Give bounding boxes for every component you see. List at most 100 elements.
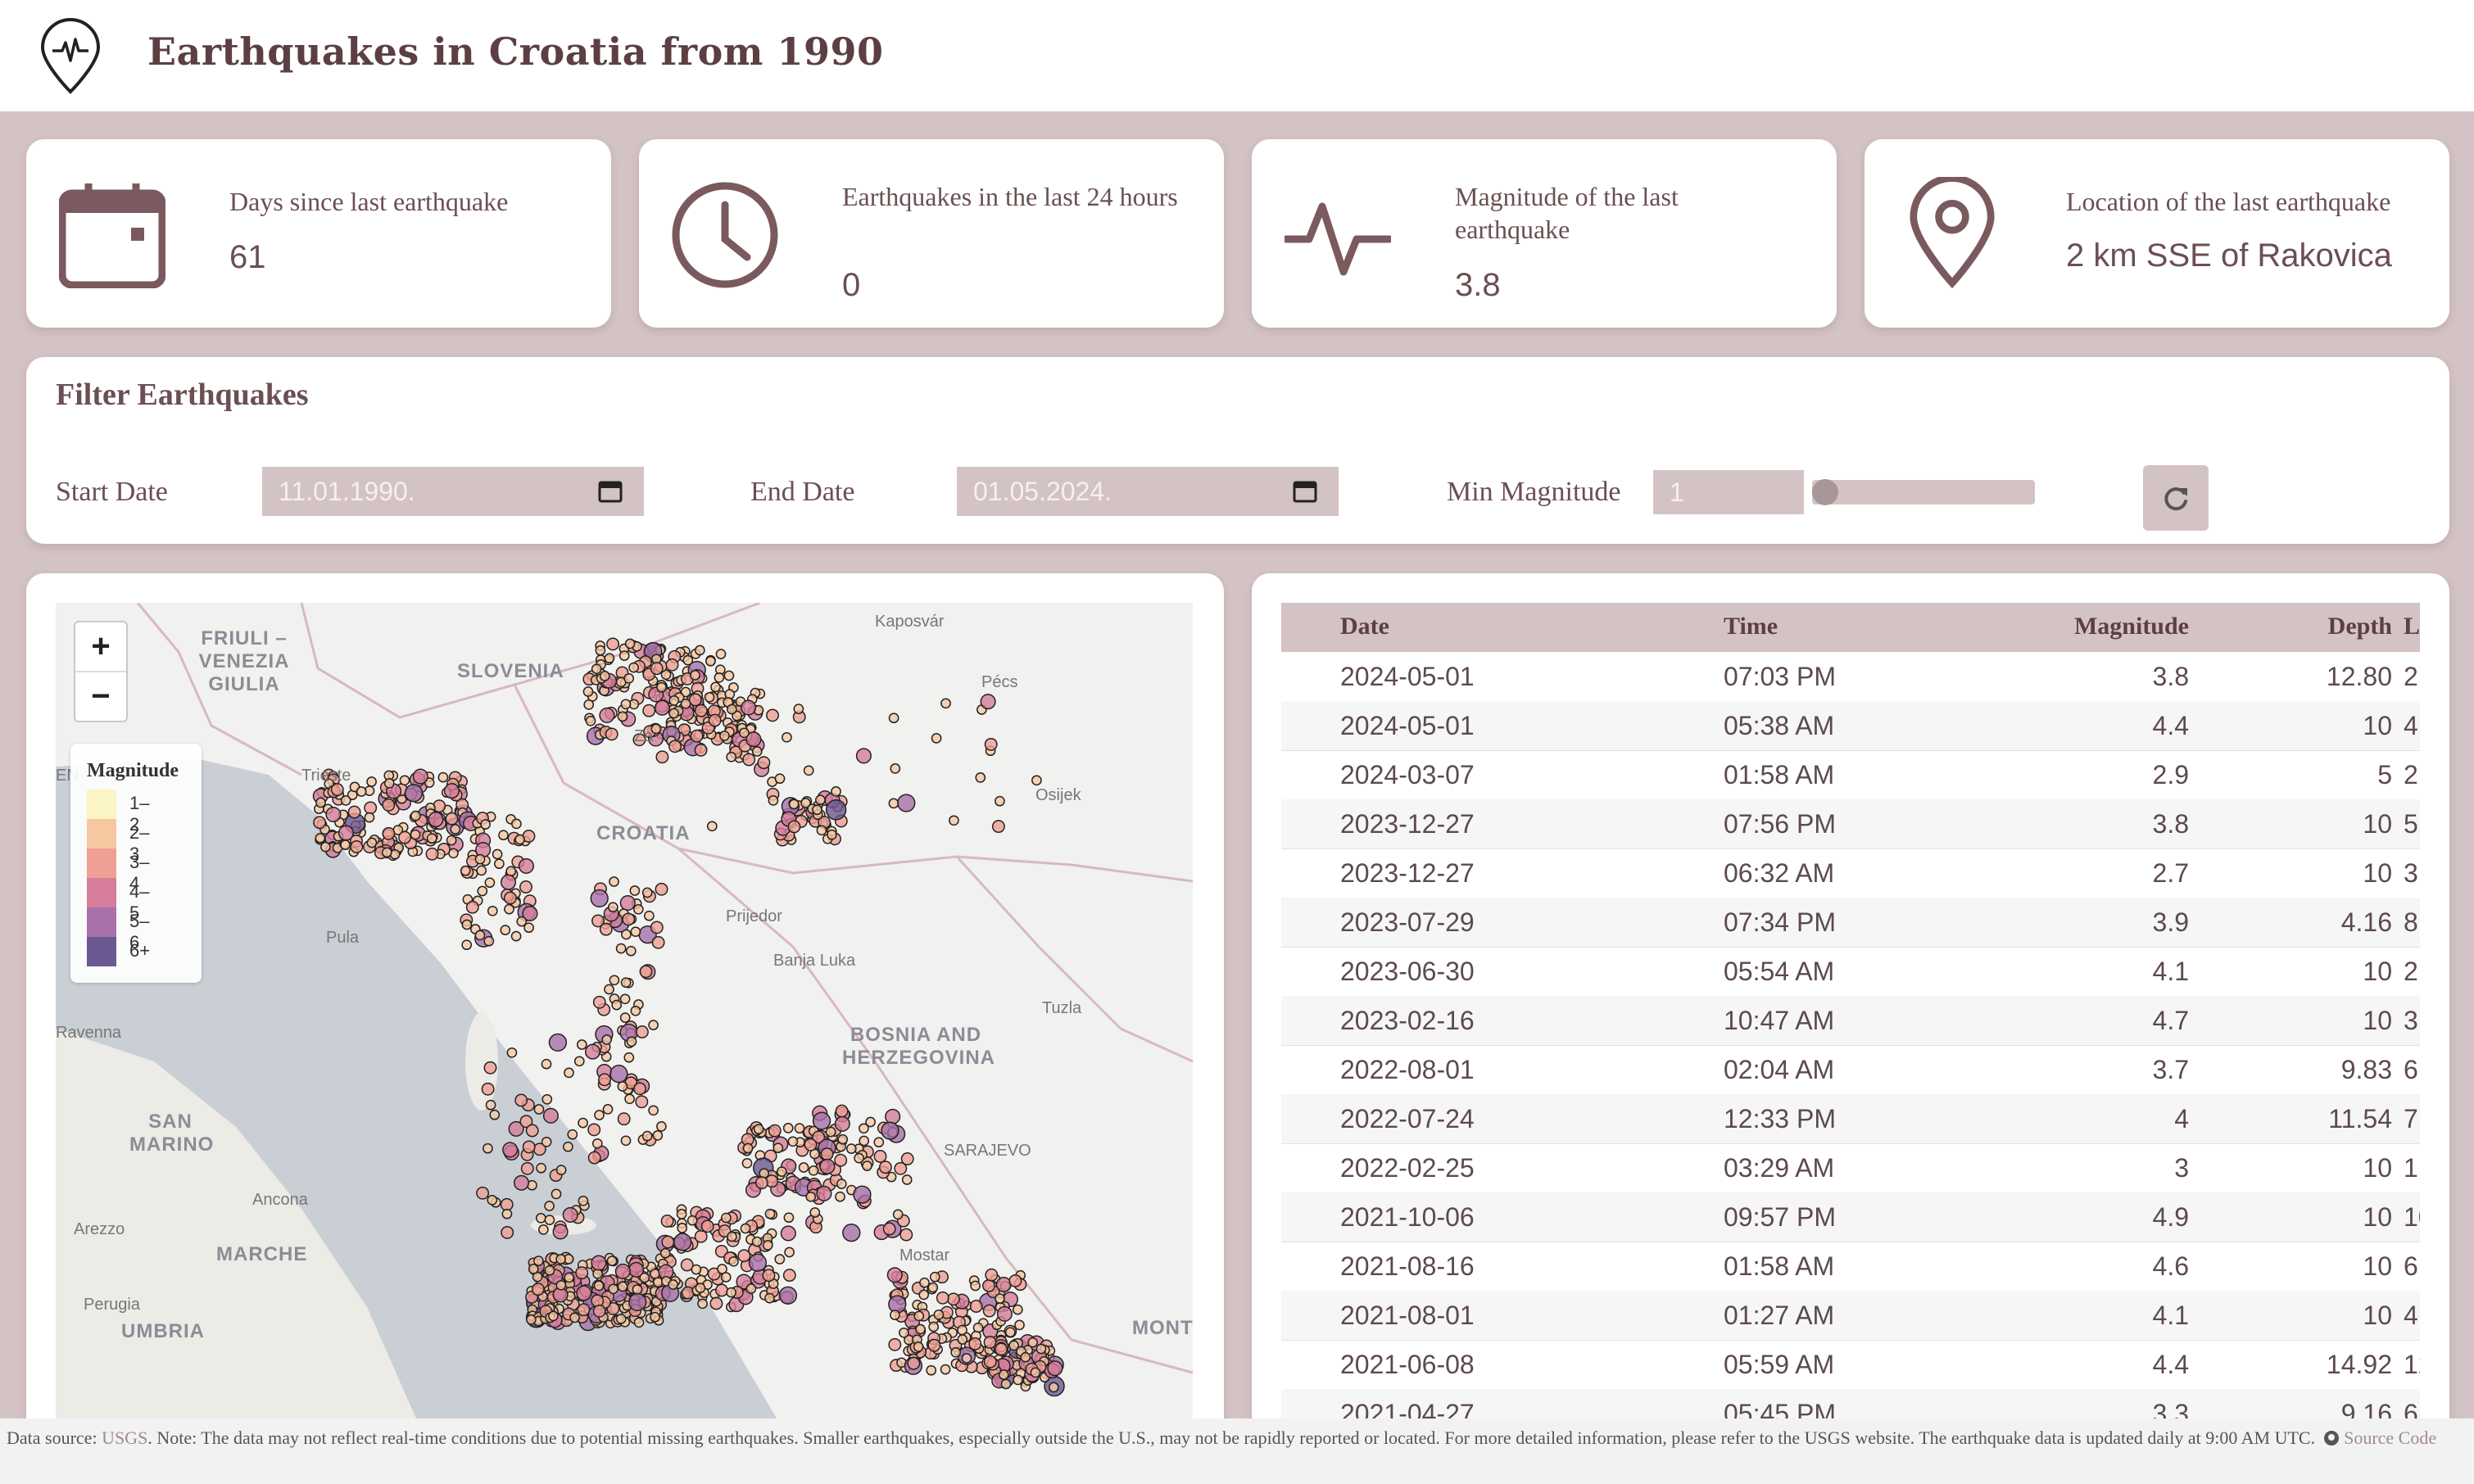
- earthquake-marker[interactable]: [927, 1282, 939, 1293]
- earthquake-marker[interactable]: [782, 1123, 794, 1133]
- table-row[interactable]: 2023-07-29 07:34 PM 3.9 4.16 8 k: [1281, 898, 2420, 948]
- earthquake-marker[interactable]: [766, 708, 779, 722]
- earthquake-marker[interactable]: [542, 1107, 559, 1124]
- source-code-link[interactable]: Source Code: [2344, 1427, 2436, 1448]
- zoom-in-button[interactable]: +: [75, 622, 126, 671]
- earthquake-marker[interactable]: [644, 910, 655, 921]
- earthquake-marker[interactable]: [690, 670, 700, 681]
- earthquake-marker[interactable]: [601, 1034, 613, 1045]
- earthquake-marker[interactable]: [835, 1104, 849, 1118]
- earthquake-marker[interactable]: [793, 704, 804, 714]
- earthquake-marker[interactable]: [617, 1112, 631, 1126]
- slider-handle[interactable]: [1812, 479, 1838, 505]
- earthquake-marker[interactable]: [705, 656, 716, 667]
- earthquake-marker[interactable]: [525, 1124, 539, 1138]
- earthquake-marker[interactable]: [315, 832, 326, 844]
- earthquake-marker[interactable]: [503, 891, 517, 905]
- earthquake-marker[interactable]: [443, 783, 460, 799]
- earthquake-marker[interactable]: [754, 1176, 768, 1190]
- earthquake-marker[interactable]: [878, 1161, 892, 1174]
- earthquake-marker[interactable]: [617, 711, 628, 722]
- earthquake-marker[interactable]: [885, 1108, 901, 1124]
- earthquake-marker[interactable]: [483, 1061, 497, 1075]
- earthquake-marker[interactable]: [584, 1043, 601, 1060]
- earthquake-marker[interactable]: [969, 1300, 983, 1313]
- earthquake-marker[interactable]: [762, 1240, 773, 1251]
- earthquake-marker[interactable]: [995, 1342, 1008, 1356]
- table-row[interactable]: 2022-07-24 12:33 PM 4 11.54 7 k: [1281, 1094, 2420, 1144]
- earthquake-marker[interactable]: [564, 1272, 574, 1283]
- earthquake-marker[interactable]: [654, 699, 670, 716]
- earthquake-marker[interactable]: [661, 1235, 675, 1249]
- earthquake-marker[interactable]: [650, 1311, 660, 1323]
- earthquake-markers[interactable]: [56, 603, 1193, 1418]
- earthquake-marker[interactable]: [630, 1005, 641, 1016]
- earthquake-marker[interactable]: [668, 1279, 678, 1290]
- earthquake-marker[interactable]: [940, 1364, 951, 1375]
- earthquake-marker[interactable]: [709, 1296, 723, 1310]
- column-header-date[interactable]: Date: [1340, 613, 1389, 640]
- earthquake-marker[interactable]: [585, 715, 596, 726]
- earthquake-marker[interactable]: [544, 1201, 555, 1211]
- earthquake-marker[interactable]: [504, 903, 514, 915]
- earthquake-marker[interactable]: [714, 672, 725, 683]
- earthquake-marker[interactable]: [618, 650, 630, 661]
- earthquake-marker[interactable]: [919, 1277, 930, 1288]
- earthquake-marker[interactable]: [695, 1283, 706, 1293]
- earthquake-marker[interactable]: [541, 1093, 553, 1105]
- earthquake-marker[interactable]: [502, 1142, 519, 1158]
- earthquake-marker[interactable]: [1048, 1382, 1059, 1393]
- earthquake-marker[interactable]: [500, 925, 511, 935]
- earthquake-marker[interactable]: [816, 1185, 832, 1201]
- earthquake-marker[interactable]: [659, 1247, 671, 1259]
- earthquake-marker[interactable]: [582, 686, 594, 697]
- earthquake-marker[interactable]: [933, 1309, 945, 1320]
- earthquake-marker[interactable]: [506, 1047, 518, 1058]
- earthquake-marker[interactable]: [366, 776, 377, 787]
- earthquake-marker[interactable]: [996, 1305, 1013, 1322]
- earthquake-marker[interactable]: [757, 756, 771, 770]
- table-row[interactable]: 2021-06-08 05:59 AM 4.4 14.92 12: [1281, 1340, 2420, 1390]
- calendar-picker-icon[interactable]: [1293, 478, 1317, 503]
- earthquake-marker[interactable]: [522, 1140, 536, 1154]
- earthquake-marker[interactable]: [739, 727, 750, 739]
- earthquake-marker[interactable]: [907, 1356, 921, 1370]
- earthquake-marker[interactable]: [567, 1129, 578, 1140]
- earthquake-marker[interactable]: [609, 975, 620, 986]
- earthquake-marker[interactable]: [859, 1123, 869, 1134]
- earthquake-marker[interactable]: [668, 695, 680, 706]
- earthquake-marker[interactable]: [668, 708, 679, 719]
- earthquake-marker[interactable]: [412, 768, 428, 785]
- earthquake-marker[interactable]: [673, 1233, 692, 1251]
- earthquake-marker[interactable]: [639, 965, 653, 979]
- earthquake-marker[interactable]: [476, 1186, 490, 1200]
- earthquake-marker[interactable]: [980, 694, 996, 710]
- earthquake-marker[interactable]: [635, 1025, 649, 1038]
- earthquake-marker[interactable]: [617, 1081, 628, 1092]
- earthquake-marker[interactable]: [617, 1281, 628, 1292]
- earthquake-marker[interactable]: [591, 1255, 607, 1271]
- earthquake-marker[interactable]: [366, 837, 378, 848]
- earthquake-marker[interactable]: [605, 727, 618, 741]
- earthquake-marker[interactable]: [728, 1256, 739, 1267]
- earthquake-marker[interactable]: [494, 858, 505, 870]
- earthquake-marker[interactable]: [742, 1142, 754, 1154]
- earthquake-marker[interactable]: [611, 999, 623, 1011]
- zoom-out-button[interactable]: −: [75, 671, 126, 721]
- earthquake-marker[interactable]: [619, 1012, 631, 1023]
- earthquake-marker[interactable]: [587, 1123, 601, 1137]
- earthquake-marker[interactable]: [325, 806, 342, 823]
- earthquake-marker[interactable]: [609, 1065, 628, 1084]
- column-header-depth[interactable]: Depth: [2264, 613, 2392, 640]
- column-header-time[interactable]: Time: [1724, 613, 1778, 640]
- earthquake-marker[interactable]: [338, 825, 355, 841]
- earthquake-marker[interactable]: [660, 1215, 674, 1228]
- earthquake-marker[interactable]: [619, 993, 631, 1005]
- earthquake-marker[interactable]: [804, 1138, 818, 1151]
- earthquake-marker[interactable]: [798, 1162, 809, 1173]
- earthquake-marker[interactable]: [710, 681, 721, 693]
- earthquake-marker[interactable]: [782, 731, 792, 743]
- earthquake-marker[interactable]: [936, 1291, 949, 1305]
- earthquake-marker[interactable]: [727, 1231, 737, 1242]
- earthquake-marker[interactable]: [481, 1082, 495, 1096]
